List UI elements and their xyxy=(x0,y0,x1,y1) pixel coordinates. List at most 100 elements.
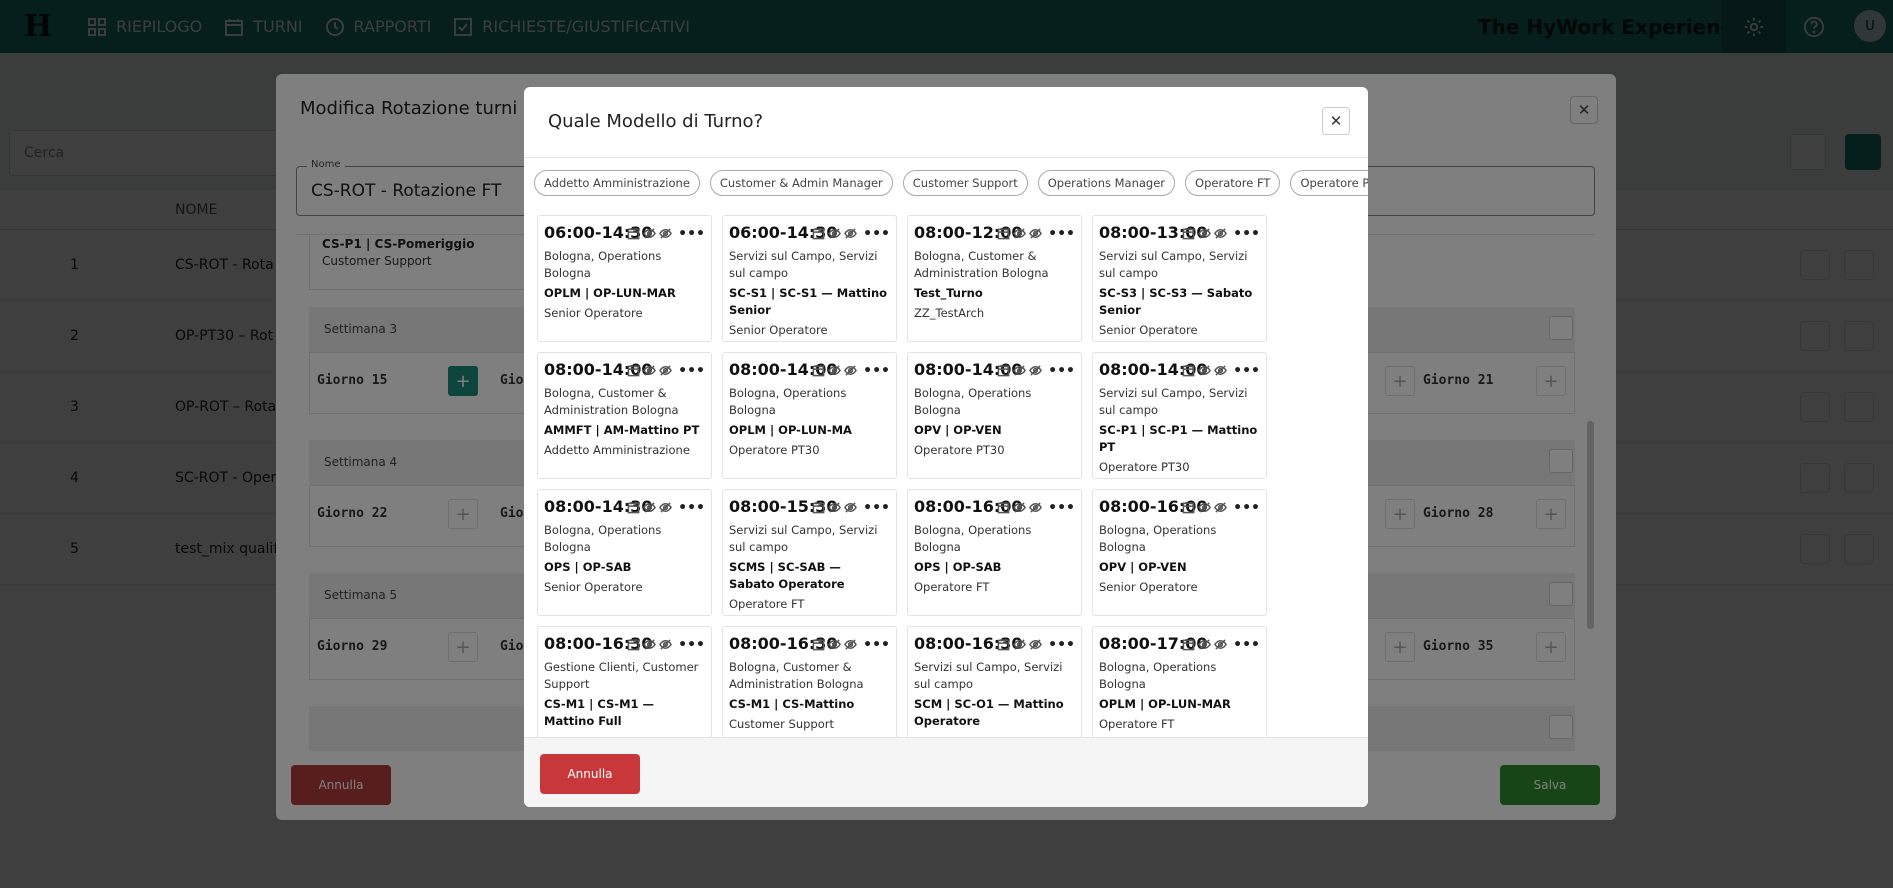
more-options-icon[interactable]: ••• xyxy=(1048,638,1075,652)
more-options-icon[interactable]: ••• xyxy=(863,638,890,652)
shift-code: SCMS | SC-SAB — Sabato Operatore xyxy=(729,560,845,591)
visibility-off-icon[interactable] xyxy=(1198,638,1212,651)
calendar-icon[interactable] xyxy=(812,227,825,240)
filter-chip[interactable]: Operations Manager xyxy=(1037,170,1176,196)
visibility-off-icon[interactable] xyxy=(1029,227,1043,240)
more-options-icon[interactable]: ••• xyxy=(678,227,705,241)
shift-code: OPLM | OP-LUN-MAR xyxy=(544,286,676,300)
visibility-off-icon[interactable] xyxy=(1214,638,1228,651)
visibility-off-icon[interactable] xyxy=(659,364,673,377)
visibility-off-icon[interactable] xyxy=(844,501,858,514)
shift-template-card[interactable]: 08:00-14:00 ••• Bologna, Operations Bologn… xyxy=(907,352,1082,479)
visibility-off-icon[interactable] xyxy=(828,364,842,377)
visibility-off-icon[interactable] xyxy=(1029,638,1043,651)
shift-template-card[interactable]: 08:00-16:00 ••• Bologna, Operations Bologn… xyxy=(1092,489,1267,616)
visibility-off-icon[interactable] xyxy=(659,638,673,651)
calendar-icon[interactable] xyxy=(812,364,825,377)
visibility-off-icon[interactable] xyxy=(1214,227,1228,240)
more-options-icon[interactable]: ••• xyxy=(678,364,705,378)
visibility-off-icon[interactable] xyxy=(1013,364,1027,377)
calendar-icon[interactable] xyxy=(627,227,640,240)
more-options-icon[interactable]: ••• xyxy=(863,364,890,378)
shift-template-card[interactable]: 06:00-14:30 ••• Servizi sul Campo, Servizi… xyxy=(722,215,897,342)
more-options-icon[interactable]: ••• xyxy=(1048,364,1075,378)
calendar-icon[interactable] xyxy=(627,638,640,651)
calendar-icon[interactable] xyxy=(997,501,1010,514)
shift-templates-list: 06:00-14:30 ••• Bologna, Operations Bologn… xyxy=(524,215,1368,737)
card-actions: ••• xyxy=(812,364,890,378)
shift-template-card[interactable]: 08:00-16:30 ••• Gestione Clienti, Customer… xyxy=(537,626,712,737)
visibility-off-icon[interactable] xyxy=(1198,501,1212,514)
shift-role: Operatore FT xyxy=(729,597,805,611)
more-options-icon[interactable]: ••• xyxy=(1048,227,1075,241)
shift-template-card[interactable]: 08:00-16:00 ••• Bologna, Operations Bologn… xyxy=(907,489,1082,616)
more-options-icon[interactable]: ••• xyxy=(678,638,705,652)
more-options-icon[interactable]: ••• xyxy=(863,227,890,241)
shift-template-card[interactable]: 08:00-14:00 ••• Bologna, Customer & Admini… xyxy=(537,352,712,479)
visibility-off-icon[interactable] xyxy=(828,227,842,240)
shift-template-card[interactable]: 08:00-13:00 ••• Servizi sul Campo, Servizi… xyxy=(1092,215,1267,342)
shift-template-card[interactable]: 08:00-16:30 ••• Servizi sul Campo, Servizi… xyxy=(907,626,1082,737)
visibility-off-icon[interactable] xyxy=(1013,501,1027,514)
card-actions: ••• xyxy=(997,638,1075,652)
more-options-icon[interactable]: ••• xyxy=(1233,501,1260,515)
visibility-off-icon[interactable] xyxy=(643,227,657,240)
filter-chip[interactable]: Customer Support xyxy=(902,170,1028,196)
visibility-off-icon[interactable] xyxy=(1214,364,1228,377)
more-options-icon[interactable]: ••• xyxy=(1233,227,1260,241)
shift-template-card[interactable]: 08:00-16:30 ••• Bologna, Customer & Admini… xyxy=(722,626,897,737)
visibility-off-icon[interactable] xyxy=(1013,638,1027,651)
cancel-button[interactable]: Annulla xyxy=(540,754,640,794)
more-options-icon[interactable]: ••• xyxy=(1233,638,1260,652)
visibility-off-icon[interactable] xyxy=(1029,501,1043,514)
shift-template-card[interactable]: 08:00-17:00 ••• Bologna, Operations Bologn… xyxy=(1092,626,1267,737)
calendar-icon[interactable] xyxy=(627,364,640,377)
shift-template-card[interactable]: 08:00-14:00 ••• Servizi sul Campo, Servizi… xyxy=(1092,352,1267,479)
calendar-icon[interactable] xyxy=(1182,227,1195,240)
shift-code: OPLM | OP-LUN-MAR xyxy=(1099,697,1231,711)
visibility-off-icon[interactable] xyxy=(828,638,842,651)
shift-location: Servizi sul Campo, Servizi sul campo xyxy=(1099,249,1248,280)
shift-code: CS-M1 | CS-M1 — Mattino Full xyxy=(544,697,655,728)
visibility-off-icon[interactable] xyxy=(844,364,858,377)
calendar-icon[interactable] xyxy=(1182,364,1195,377)
visibility-off-icon[interactable] xyxy=(659,227,673,240)
calendar-icon[interactable] xyxy=(997,227,1010,240)
calendar-icon[interactable] xyxy=(627,501,640,514)
visibility-off-icon[interactable] xyxy=(1198,364,1212,377)
filter-chip[interactable]: Addetto Amministrazione xyxy=(534,170,700,196)
shift-template-card[interactable]: 08:00-14:30 ••• Bologna, Operations Bologn… xyxy=(537,489,712,616)
visibility-off-icon[interactable] xyxy=(844,638,858,651)
filter-chip[interactable]: Operatore FT xyxy=(1185,170,1281,196)
visibility-off-icon[interactable] xyxy=(643,364,657,377)
more-options-icon[interactable]: ••• xyxy=(1233,364,1260,378)
filter-chip[interactable]: Customer & Admin Manager xyxy=(709,170,893,196)
more-options-icon[interactable]: ••• xyxy=(863,501,890,515)
calendar-icon[interactable] xyxy=(997,364,1010,377)
visibility-off-icon[interactable] xyxy=(659,501,673,514)
shift-template-card[interactable]: 08:00-12:00 ••• Bologna, Customer & Admini… xyxy=(907,215,1082,342)
filter-chip[interactable]: Operatore PT30 xyxy=(1290,170,1368,196)
shift-location: Bologna, Customer & Administration Bolog… xyxy=(729,660,864,691)
shift-role: Operatore FT xyxy=(1099,717,1175,731)
calendar-icon[interactable] xyxy=(812,501,825,514)
calendar-icon[interactable] xyxy=(1182,501,1195,514)
more-options-icon[interactable]: ••• xyxy=(1048,501,1075,515)
calendar-icon[interactable] xyxy=(1182,638,1195,651)
visibility-off-icon[interactable] xyxy=(1013,227,1027,240)
visibility-off-icon[interactable] xyxy=(643,638,657,651)
shift-template-card[interactable]: 06:00-14:30 ••• Bologna, Operations Bologn… xyxy=(537,215,712,342)
visibility-off-icon[interactable] xyxy=(844,227,858,240)
visibility-off-icon[interactable] xyxy=(828,501,842,514)
visibility-off-icon[interactable] xyxy=(643,501,657,514)
shift-code: OPS | OP-SAB xyxy=(914,560,1002,574)
visibility-off-icon[interactable] xyxy=(1214,501,1228,514)
shift-template-card[interactable]: 08:00-15:30 ••• Servizi sul Campo, Servizi… xyxy=(722,489,897,616)
calendar-icon[interactable] xyxy=(812,638,825,651)
visibility-off-icon[interactable] xyxy=(1029,364,1043,377)
more-options-icon[interactable]: ••• xyxy=(678,501,705,515)
calendar-icon[interactable] xyxy=(997,638,1010,651)
visibility-off-icon[interactable] xyxy=(1198,227,1212,240)
close-button[interactable]: ✕ xyxy=(1322,107,1350,135)
shift-template-card[interactable]: 08:00-14:00 ••• Bologna, Operations Bologn… xyxy=(722,352,897,479)
